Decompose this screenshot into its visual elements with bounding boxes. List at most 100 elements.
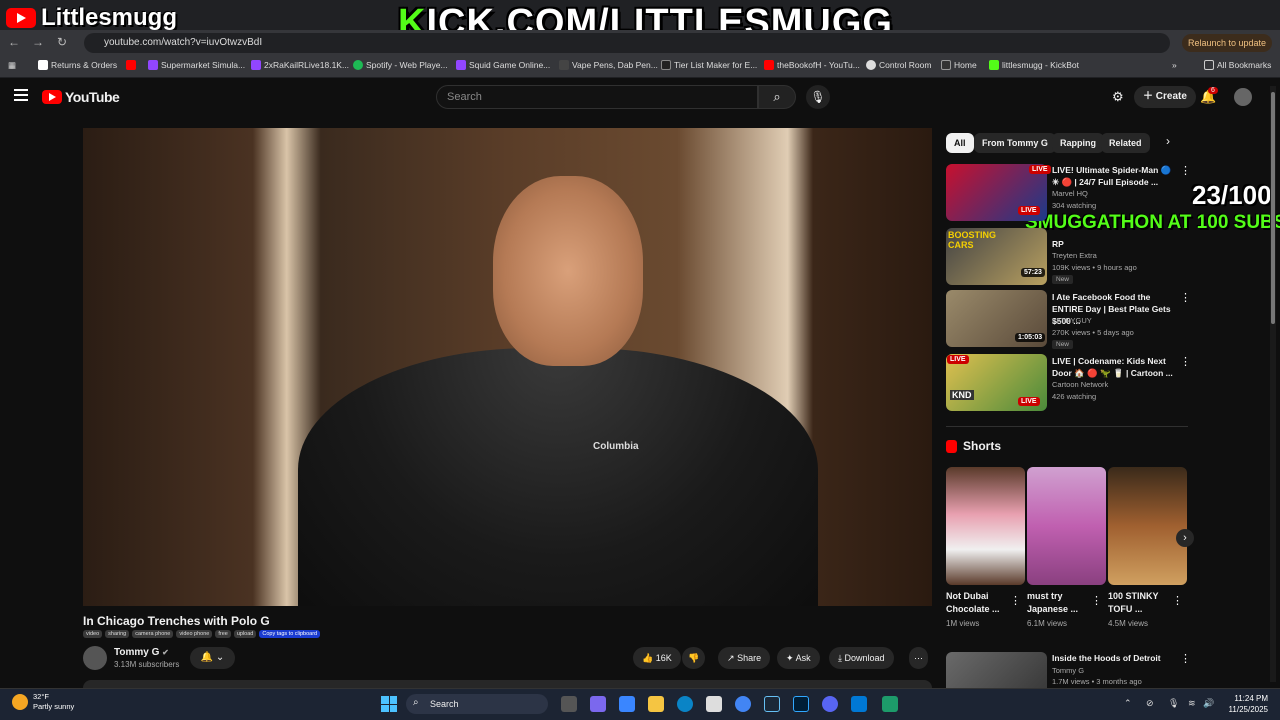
windows-start-icon[interactable] (381, 696, 397, 712)
like-button[interactable]: 👍 16K (633, 647, 681, 669)
sidebar-video-title[interactable]: Inside the Hoods of Detroit (1052, 652, 1176, 664)
all-bookmarks-label: All Bookmarks (1217, 60, 1272, 70)
tray-chevron-icon[interactable]: ⌃ (1124, 698, 1132, 709)
weather-widget[interactable]: 32°F Partly sunny (12, 692, 74, 712)
scrollbar-thumb[interactable] (1271, 92, 1275, 324)
notification-bell-button[interactable]: 🔔 ⌄ (190, 647, 235, 669)
kebab-menu-icon[interactable]: ⋮ (1180, 291, 1191, 304)
apps-icon[interactable]: ▦ (8, 60, 16, 71)
address-bar[interactable]: youtube.com/watch?v=iuvOtwzvBdI (84, 33, 1170, 53)
app-icon[interactable] (851, 696, 867, 712)
copilot-icon[interactable] (619, 696, 635, 712)
voice-search-icon[interactable]: 🎙 (806, 85, 830, 109)
download-button[interactable]: ⤓ Download (829, 647, 894, 669)
sidebar-video-title[interactable]: LIVE | Codename: Kids Next Door 🏠 🔴 🦖 🥛 … (1052, 355, 1176, 379)
search-input[interactable]: Search (436, 85, 758, 109)
video-thumbnail[interactable] (946, 652, 1047, 688)
tag[interactable]: video phone (176, 630, 213, 638)
chip-from-tommy-g[interactable]: From Tommy G (974, 133, 1056, 153)
kebab-menu-icon[interactable]: ⋮ (1172, 594, 1183, 607)
kebab-menu-icon[interactable]: ⋮ (1180, 164, 1191, 177)
discord-icon[interactable] (822, 696, 838, 712)
photoshop-icon[interactable] (793, 696, 809, 712)
forward-icon[interactable]: → (30, 35, 46, 49)
steam-icon[interactable] (764, 696, 780, 712)
relaunch-button[interactable]: Relaunch to update (1182, 34, 1273, 52)
channel-avatar[interactable] (83, 646, 107, 670)
bookmark-7[interactable]: theBookofH - YouTu... (764, 60, 860, 70)
create-button[interactable]: ＋ Create (1134, 86, 1196, 108)
bookmark-1[interactable]: Supermarket Simula... (148, 60, 245, 70)
kebab-menu-icon[interactable]: ⋮ (1180, 355, 1191, 368)
short-title[interactable]: must try Japanese ... (1027, 590, 1089, 616)
more-icon: ⋯ (914, 653, 923, 663)
taskbar-search[interactable]: Search (406, 694, 548, 714)
all-bookmarks[interactable]: All Bookmarks (1204, 60, 1271, 70)
chip-rapping[interactable]: Rapping (1052, 133, 1104, 153)
teams-icon[interactable] (590, 696, 606, 712)
short-thumbnail[interactable] (1108, 467, 1187, 585)
kebab-menu-icon[interactable]: ⋮ (1180, 652, 1191, 665)
youtube-home-logo[interactable]: YouTube (42, 89, 120, 105)
back-icon[interactable]: ← (6, 35, 22, 49)
bookmark-4[interactable]: Squid Game Online... (456, 60, 550, 70)
short-thumbnail[interactable] (1027, 467, 1106, 585)
bookmark-0[interactable]: Returns & Orders (38, 60, 117, 70)
sidebar-video-channel: Cartoon Network (1052, 380, 1109, 389)
short-thumbnail[interactable] (946, 467, 1025, 585)
file-explorer-icon[interactable] (648, 696, 664, 712)
bookmark-6[interactable]: Tier List Maker for E... (661, 60, 757, 70)
wifi-icon[interactable]: ≋ (1188, 698, 1196, 709)
microphone-icon[interactable]: 🎙 (1168, 698, 1179, 709)
tag[interactable]: upload (233, 630, 257, 638)
clock[interactable]: 11:24 PM 11/25/2025 (1222, 693, 1268, 715)
chip-related[interactable]: Related (1101, 133, 1150, 153)
store-icon[interactable] (706, 696, 722, 712)
search-button[interactable]: ⌕ (758, 85, 796, 109)
youtube-bookmark-icon[interactable] (126, 60, 136, 70)
sidebar-video-title[interactable]: RP (1052, 238, 1176, 250)
channel-name[interactable]: Tommy G ✔ (114, 647, 169, 658)
sparkle-icon: ✦ (786, 653, 794, 663)
bookmark-8[interactable]: Control Room (866, 60, 931, 70)
bookmark-9[interactable]: Home (941, 60, 977, 70)
gear-icon[interactable]: ⚙ (1112, 89, 1124, 105)
youtube-logo-icon (6, 8, 36, 28)
tag[interactable]: sharing (105, 630, 130, 638)
more-actions-button[interactable]: ⋯ (909, 647, 928, 669)
dislike-button[interactable]: 👎 (682, 647, 706, 669)
obs-app-icon[interactable] (882, 696, 898, 712)
tag[interactable]: video (83, 630, 103, 638)
chevron-right-icon[interactable]: › (1176, 529, 1194, 547)
tag[interactable]: camera phone (132, 630, 174, 638)
network-off-icon[interactable]: ⊘ (1146, 698, 1154, 709)
bookmarks-overflow-icon[interactable]: » (1172, 60, 1177, 70)
tag[interactable]: free (215, 630, 231, 638)
chrome-icon[interactable] (735, 696, 751, 712)
kebab-menu-icon[interactable]: ⋮ (1091, 594, 1102, 607)
volume-icon[interactable]: 🔊 (1203, 698, 1214, 709)
chip-all[interactable]: All (946, 133, 974, 153)
task-view-icon[interactable] (561, 696, 577, 712)
bookmark-icon (989, 60, 999, 70)
kebab-menu-icon[interactable]: ⋮ (1010, 594, 1021, 607)
menu-icon[interactable] (14, 89, 28, 101)
stream-logo: Littlesmugg (6, 4, 177, 32)
share-button[interactable]: ↗ Share (718, 647, 771, 669)
reload-icon[interactable]: ↻ (54, 35, 70, 49)
sidebar-video-title[interactable]: LIVE! Ultimate Spider-Man 🔵 ✳ 🔴 | 24/7 F… (1052, 164, 1176, 188)
bookmark-2[interactable]: 2xRaKailRLive18.1K... (251, 60, 349, 70)
sidebar-video-meta: 270K views • 5 days ago (1052, 328, 1134, 337)
bookmarks-bar: ▦ Returns & Orders Supermarket Simula...… (0, 56, 1280, 78)
edge-icon[interactable] (677, 696, 693, 712)
ask-button[interactable]: ✦ Ask (777, 647, 820, 669)
short-title[interactable]: Not Dubai Chocolate ... (946, 590, 1008, 616)
chevron-right-icon[interactable]: › (1166, 134, 1170, 148)
bookmark-3[interactable]: Spotify - Web Playe... (353, 60, 448, 70)
short-title[interactable]: 100 STINKY TOFU ... (1108, 590, 1170, 616)
copy-tags-button[interactable]: Copy tags to clipboard (259, 630, 321, 638)
bookmark-5[interactable]: Vape Pens, Dab Pen... (559, 60, 658, 70)
bookmark-10[interactable]: littlesmugg - KickBot (989, 60, 1079, 70)
account-avatar[interactable] (1234, 88, 1252, 106)
video-player[interactable]: Columbia (83, 128, 932, 606)
